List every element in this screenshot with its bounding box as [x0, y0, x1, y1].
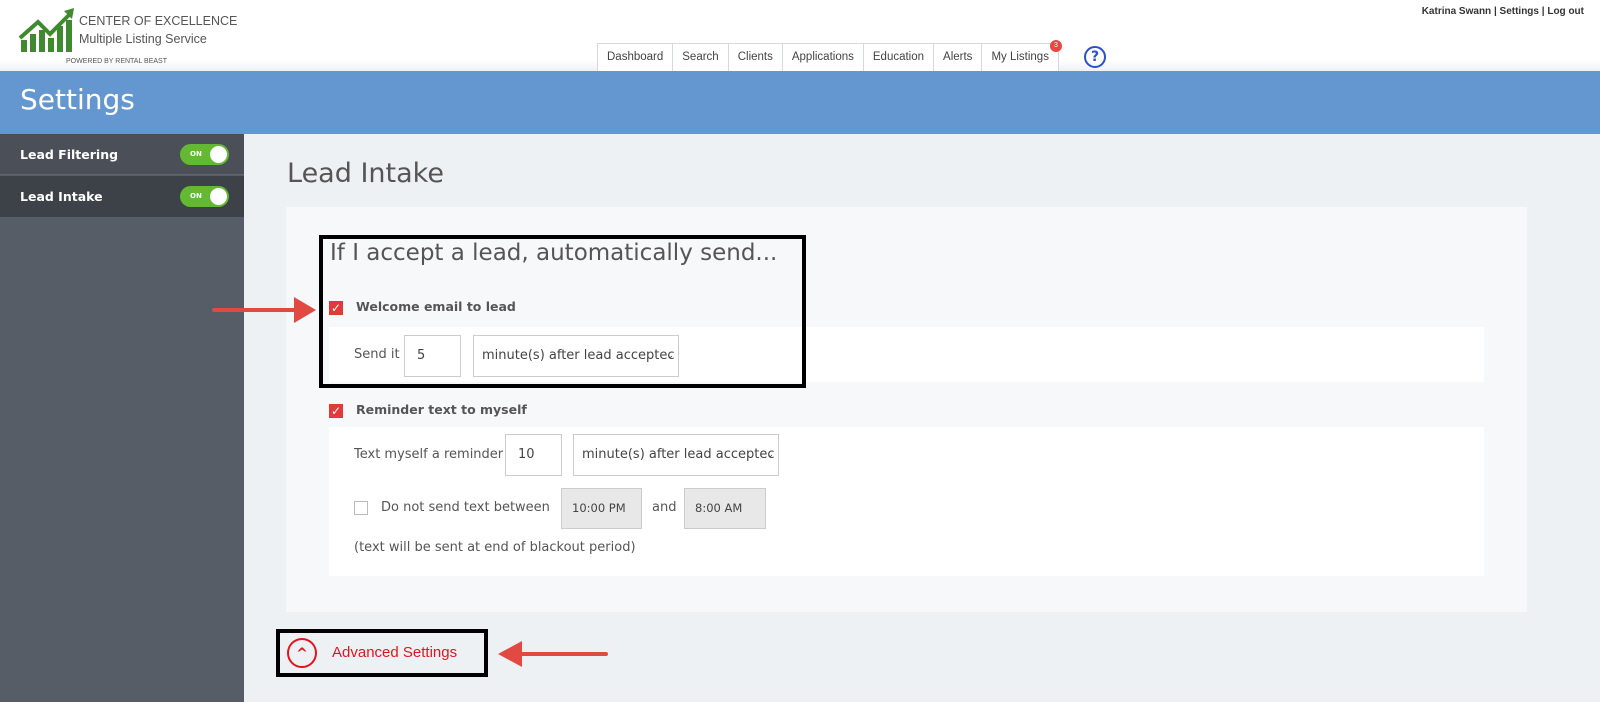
logout-link[interactable]: Log out: [1547, 6, 1584, 17]
blackout-note: (text will be sent at end of blackout pe…: [354, 540, 636, 555]
lead-intake-toggle[interactable]: ON: [180, 186, 229, 207]
reminder-text-label: Reminder text to myself: [356, 402, 527, 417]
nav-tab-alerts[interactable]: Alerts: [933, 43, 982, 72]
blackout-end-time[interactable]: 8:00 AM: [684, 488, 766, 529]
annotation-arrow: [212, 308, 302, 312]
page-header-band: Settings: [0, 71, 1600, 134]
annotation-arrow: [518, 652, 608, 656]
logo-subtitle: Multiple Listing Service: [79, 32, 207, 46]
user-name-link[interactable]: Katrina Swann: [1422, 6, 1491, 17]
text-reminder-label: Text myself a reminder: [354, 447, 504, 462]
sidebar-item-label: Lead Intake: [20, 189, 103, 204]
section-title: Lead Intake: [287, 158, 444, 189]
reminder-delay-input[interactable]: 10: [505, 434, 562, 476]
toggle-knob: [210, 146, 227, 163]
toggle-label: ON: [190, 192, 202, 200]
sidebar-item-lead-filtering[interactable]: Lead Filtering ON: [0, 134, 244, 175]
reminder-text-checkbox[interactable]: ✓: [329, 404, 343, 418]
nav-tab-dashboard[interactable]: Dashboard: [597, 43, 673, 72]
user-links: Katrina Swann | Settings | Log out: [1421, 6, 1584, 17]
nav-tab-label: My Listings: [991, 51, 1049, 63]
sidebar-item-lead-intake[interactable]: Lead Intake ON: [0, 176, 244, 217]
main-nav: Dashboard Search Clients Applications Ed…: [597, 40, 1062, 72]
nav-tab-applications[interactable]: Applications: [781, 43, 863, 72]
sidebar: Lead Filtering ON Lead Intake ON: [0, 134, 244, 702]
blackout-start-time[interactable]: 10:00 PM: [561, 488, 642, 529]
annotation-highlight-box: [319, 235, 806, 388]
help-icon[interactable]: ?: [1084, 46, 1106, 68]
chevron-up-circle-icon[interactable]: ^: [287, 638, 317, 668]
sidebar-item-label: Lead Filtering: [20, 147, 119, 162]
select-value: minute(s) after lead acceptec: [582, 447, 775, 462]
nav-tab-my-listings[interactable]: My Listings 3: [981, 40, 1062, 72]
lead-filtering-toggle[interactable]: ON: [180, 144, 229, 165]
chevron-down-icon: ⌄: [766, 450, 774, 460]
page-title: Settings: [20, 83, 135, 116]
notification-badge: 3: [1049, 40, 1062, 52]
logo-title: CENTER OF EXCELLENCE: [79, 14, 238, 28]
logo-powered-by: POWERED BY RENTAL BEAST: [66, 58, 168, 65]
toggle-knob: [210, 188, 227, 205]
reminder-delay-unit-select[interactable]: minute(s) after lead acceptec ⌄: [573, 434, 779, 476]
blackout-label: Do not send text between: [381, 500, 550, 515]
settings-link[interactable]: Settings: [1500, 6, 1539, 17]
toggle-label: ON: [190, 150, 202, 158]
annotation-arrow-head-icon: [294, 297, 316, 323]
nav-tab-clients[interactable]: Clients: [727, 43, 782, 72]
nav-tab-education[interactable]: Education: [862, 43, 934, 72]
advanced-settings-toggle[interactable]: Advanced Settings: [332, 644, 457, 661]
nav-tab-search[interactable]: Search: [672, 43, 728, 72]
blackout-checkbox[interactable]: [354, 501, 368, 515]
growth-chart-logo-icon: [18, 8, 74, 52]
and-label: and: [652, 500, 677, 515]
top-header: CENTER OF EXCELLENCE Multiple Listing Se…: [0, 0, 1600, 72]
